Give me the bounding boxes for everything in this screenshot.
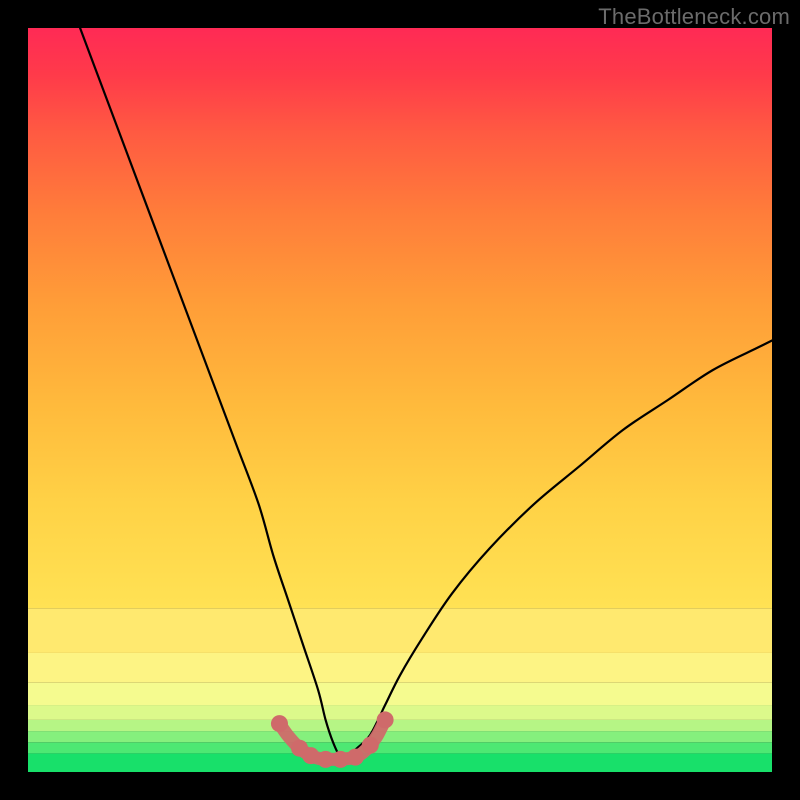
- optimal-range-dot: [377, 711, 394, 728]
- chart-frame: TheBottleneck.com: [0, 0, 800, 800]
- optimal-range-dot: [362, 737, 379, 754]
- attribution-text: TheBottleneck.com: [598, 4, 790, 30]
- optimal-range-dot: [271, 715, 288, 732]
- bottleneck-chart: [28, 28, 772, 772]
- optimal-range-dot: [317, 751, 334, 768]
- optimal-range-dot: [302, 747, 319, 764]
- optimal-range-dot: [347, 749, 364, 766]
- optimal-range-dot: [332, 751, 349, 768]
- plot-area: [28, 28, 772, 772]
